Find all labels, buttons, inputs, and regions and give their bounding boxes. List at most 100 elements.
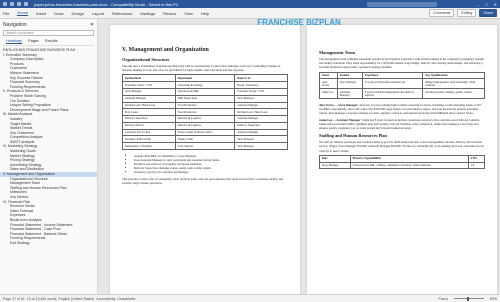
redo-icon[interactable] [24,2,28,6]
tab-help[interactable]: Help [201,11,209,16]
close-icon[interactable]: ✕ [90,22,94,28]
table-row: Store Manager Operations & P&L Franchise O… [122,87,288,96]
title-bar: paper.johns.franchise-business-plan.docx… [0,0,500,8]
table-cell: Budget management, team leadership, clie… [422,78,485,90]
tab-review[interactable]: Review [163,11,176,16]
page-right: Management Team The management team comb… [307,25,497,294]
table-cell: Delivery & Logistics [174,115,236,123]
tab-home[interactable]: Home [17,10,29,16]
table-row: Alex Torres Store Manager 12 years in mult… [319,78,485,90]
table-cell: Kitchen systems, training, quality contr… [422,88,485,99]
table-cell: Assistant Manager [234,128,288,137]
table-row: Inventory & Receiving Supply Chain Store M… [122,135,288,144]
window-controls: – □ ✕ [477,2,497,7]
table-cell: Store Manager [234,142,288,150]
column-header: Key Qualifications [422,71,485,80]
table-cell: Operations & P&L [174,87,236,96]
share-button[interactable]: Share [479,9,497,17]
subheading: Staffing and Human Resources Plan [319,133,387,139]
column-header: Reports To [234,74,288,83]
tab-design[interactable]: Design [71,11,83,16]
maximize-button[interactable]: □ [485,2,487,7]
editing-button[interactable]: Editing [457,9,477,17]
tab-draw[interactable]: Draw [54,11,63,16]
subheading: Organizational Structure [122,57,170,62]
table-row: Kitchen Lead / Head Cook Food Production A… [122,101,288,110]
tab-layout[interactable]: Layout [92,11,104,16]
undo-icon[interactable] [17,2,21,6]
column-header: Department [174,74,236,83]
table-cell: Store Manager [319,161,351,170]
document-area[interactable]: V. Management and Organization Organizat… [98,19,500,294]
page-count[interactable]: Page 37 of 61 [3,297,25,301]
table-row: Delivery Supervisor Delivery & Logistics A… [122,115,288,123]
table-cell: Kitchen Lead / Head Cook [234,108,288,117]
navigation-title: Navigation [3,22,27,28]
table-cell: Store Manager [234,94,288,103]
page-left-content: V. Management and Organization Organizat… [122,47,288,187]
table-cell: Delivery Supervisor [234,121,288,130]
table-cell: Store Manager [122,87,176,96]
autosave-icon[interactable] [3,2,7,6]
table-cell: Store Support [174,142,236,150]
list-item: Inventory reports roll to kitchen and ma… [134,170,288,174]
tab-references[interactable]: References [112,11,132,16]
minimize-button[interactable]: – [477,2,479,7]
column-header: Name [319,71,338,80]
column-header: Position [336,71,363,80]
table-row: Franchise Owner / CEO Ownership & Strateg… [122,81,288,89]
tab-insert[interactable]: Insert [36,11,46,16]
tab-view[interactable]: View [184,11,193,16]
page-right-content: Management Team The management team comb… [319,47,486,173]
tab-mailings[interactable]: Mailings [140,11,155,16]
column-header: Role [319,154,351,163]
table-cell: Front Counter & Phone Orders [174,128,236,137]
tab-pages[interactable]: Pages [28,39,39,44]
table-cell: Franchise Owner / CEO [122,81,176,89]
column-header: Position/Role [122,74,176,83]
heading-list: PAPA JOHN'S FRANCHISE BUSINESS PLAN I. Ex… [0,46,97,246]
language[interactable]: English (United States) [58,297,94,301]
table-row: Jamie Lee Assistant Manager 8 years in kit… [319,88,485,99]
accessibility-status[interactable]: Accessibility: Unavailable [96,297,135,301]
zoom-slider[interactable] [453,296,484,301]
word-count[interactable]: 23 of 10,482 words [27,297,57,301]
tab-file[interactable]: File [3,11,9,16]
table-cell: Store Manager [336,78,363,90]
table-cell: Jamie Lee [319,88,338,99]
navigation-pane: Navigation ✕ Search document Headings Pa… [0,19,98,302]
table-cell: Assistant Manager [234,115,288,123]
table-cell: Food Production [174,101,236,110]
table-cell: Maintenance / Facilities [122,142,176,150]
table-row: Maintenance / Facilities Store Support Sto… [122,142,288,150]
ribbon-actions: Comments Editing Share [429,9,497,17]
bio-paragraph: Alex Torres — Store Manager: Alex has 12… [319,103,485,116]
column-header: Experience [361,71,424,80]
nav-heading-item[interactable]: Exit Strategy [0,241,97,246]
navigation-tabs: Headings Pages Results [3,36,94,46]
search-box[interactable] [366,1,437,7]
comments-button[interactable]: Comments [429,9,455,17]
table-row: Customer Service Rep Front Counter & Phon… [122,128,288,137]
table-cell: Board / Investor(s) [234,81,288,89]
org-structure-table: Position/Role Department Reports To Franch… [122,74,288,150]
bio-paragraph: Jamie Lee — Assistant Manager: Jamie has… [319,118,485,131]
status-right: Focus 89% [438,296,497,301]
save-icon[interactable] [10,2,14,6]
zoom-level[interactable]: 89% [490,297,497,301]
management-team-table: Name Position Experience Key Qualifications… [319,71,485,99]
table-cell: Delivery Drivers [122,121,176,130]
table-cell: 1.0 [467,161,486,170]
focus-button[interactable]: Focus [438,297,448,301]
table-cell: Customer Service Rep [122,128,176,137]
tab-results[interactable]: Results [45,39,58,44]
table-cell: 8 years in kitchen management and delive… [361,88,424,99]
paragraph: We staff for reliable operations and wee… [319,140,484,153]
tab-headings[interactable]: Headings [6,39,23,44]
table-cell: Supply Chain [174,135,236,144]
zoom-slider-handle[interactable] [466,296,469,301]
table-cell: Food Production [174,108,236,117]
close-button[interactable]: ✕ [494,2,497,7]
table-cell: Assistant Manager [234,101,288,110]
section-heading: V. Management and Organization [122,47,209,53]
